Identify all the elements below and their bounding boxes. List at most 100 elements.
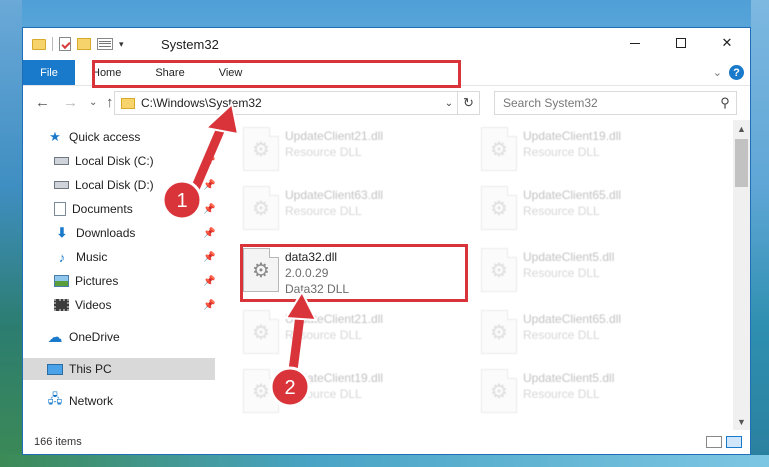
search-icon[interactable]: ⚲ xyxy=(714,95,736,111)
window-controls: ✕ xyxy=(612,28,750,58)
maximize-button[interactable] xyxy=(658,28,704,58)
sidebar-item-label: Quick access xyxy=(69,130,141,144)
file-description: Resource DLL xyxy=(523,266,600,280)
sidebar-item-label: Network xyxy=(69,394,114,408)
item-count: 166 items xyxy=(34,436,82,448)
sidebar-item-pictures[interactable]: Pictures 📌 xyxy=(23,270,215,292)
navigation-pane: ★ Quick access Local Disk (C:) 📌 Local D… xyxy=(23,120,215,430)
documents-icon xyxy=(54,202,66,216)
pin-icon: 📌 xyxy=(203,203,216,215)
scroll-up-arrow-icon[interactable]: ▲ xyxy=(733,120,750,137)
file-description: Resource DLL xyxy=(285,204,362,218)
scroll-down-arrow-icon[interactable]: ▼ xyxy=(733,413,750,430)
close-button[interactable]: ✕ xyxy=(704,28,750,58)
vertical-scrollbar[interactable]: ▲ ▼ xyxy=(733,120,750,430)
videos-icon xyxy=(54,299,69,311)
minimize-icon xyxy=(630,42,640,44)
expand-ribbon-chevron-icon[interactable]: ⌄ xyxy=(713,66,722,79)
pictures-icon xyxy=(54,275,69,287)
navigation-bar: ← → ⌄ ↑ C:\Windows\System32 ⌄ ↻ ⚲ xyxy=(23,86,750,120)
search-box[interactable]: ⚲ xyxy=(494,91,737,115)
network-icon: 🖧 xyxy=(47,391,63,406)
file-item[interactable]: ⚙ UpdateClient65.dll Resource DLL xyxy=(481,183,711,239)
file-item[interactable]: ⚙ UpdateClient21.dll Resource DLL xyxy=(243,124,473,180)
pin-icon: 📌 xyxy=(203,275,216,287)
dll-file-icon: ⚙ xyxy=(243,186,279,230)
address-path[interactable]: C:\Windows\System32 xyxy=(141,96,441,110)
dll-file-icon: ⚙ xyxy=(481,248,517,292)
file-item[interactable]: ⚙ UpdateClient65.dll Resource DLL xyxy=(481,307,711,363)
file-item[interactable]: ⚙ UpdateClient5.dll Resource DLL xyxy=(481,245,711,301)
view-toggle xyxy=(706,436,742,448)
search-input[interactable] xyxy=(503,96,714,110)
status-bar: 166 items xyxy=(23,430,750,454)
forward-arrow-icon[interactable]: → xyxy=(63,94,78,111)
new-folder-icon[interactable] xyxy=(77,38,91,50)
sidebar-item-local-disk-c[interactable]: Local Disk (C:) 📌 xyxy=(23,150,215,172)
sidebar-item-label: Videos xyxy=(75,298,112,312)
refresh-icon[interactable]: ↻ xyxy=(457,92,479,114)
onedrive-icon: ☁ xyxy=(47,329,63,346)
up-arrow-icon[interactable]: ↑ xyxy=(106,94,114,111)
drive-icon xyxy=(54,181,69,189)
quick-access-toolbar: ▾ xyxy=(23,37,124,51)
file-item[interactable]: ⚙ UpdateClient5.dll Resource DLL xyxy=(481,366,711,422)
sidebar-item-local-disk-d[interactable]: Local Disk (D:) 📌 xyxy=(23,174,215,196)
pin-icon: 📌 xyxy=(203,227,216,239)
file-description: Resource DLL xyxy=(523,145,600,159)
sidebar-item-downloads[interactable]: ⬇ Downloads 📌 xyxy=(23,222,216,244)
sidebar-item-this-pc[interactable]: This PC xyxy=(23,358,215,380)
drive-icon xyxy=(54,157,69,165)
view-icon[interactable] xyxy=(97,38,113,50)
address-bar[interactable]: C:\Windows\System32 ⌄ ↻ xyxy=(114,91,480,115)
folder-icon xyxy=(32,38,46,50)
sidebar-item-onedrive[interactable]: ☁ OneDrive xyxy=(23,326,215,348)
large-icons-view-icon[interactable] xyxy=(726,436,742,448)
sidebar-item-network[interactable]: 🖧 Network xyxy=(23,390,215,412)
file-name: UpdateClient5.dll xyxy=(523,250,615,264)
file-description: Resource DLL xyxy=(285,145,362,159)
address-bar-highlight xyxy=(92,60,461,88)
file-item[interactable]: ⚙ UpdateClient63.dll Resource DLL xyxy=(243,183,473,239)
desktop-background-left xyxy=(0,0,22,467)
details-view-icon[interactable] xyxy=(706,436,722,448)
sidebar-item-videos[interactable]: Videos 📌 xyxy=(23,294,215,316)
minimize-button[interactable] xyxy=(612,28,658,58)
help-button[interactable]: ? xyxy=(729,65,744,80)
sidebar-item-music[interactable]: ♪ Music 📌 xyxy=(23,246,216,268)
sidebar-item-documents[interactable]: Documents 📌 xyxy=(23,198,215,220)
file-name: UpdateClient63.dll xyxy=(285,188,384,202)
dll-file-icon: ⚙ xyxy=(243,310,279,354)
window-title: System32 xyxy=(161,37,219,52)
file-name: UpdateClient5.dll xyxy=(523,371,615,385)
title-bar: ▾ System32 ✕ xyxy=(23,28,750,60)
desktop-background-bottom xyxy=(0,455,769,467)
properties-icon[interactable] xyxy=(59,37,71,51)
explorer-window: ▾ System32 ✕ File Home Share View ⌄ ? ← … xyxy=(22,27,751,455)
sidebar-item-label: Pictures xyxy=(75,274,119,288)
file-name: UpdateClient21.dll xyxy=(285,312,384,326)
file-name: UpdateClient21.dll xyxy=(285,129,384,143)
file-item[interactable]: ⚙ UpdateClient19.dll Resource DLL xyxy=(243,366,473,422)
this-pc-icon xyxy=(47,363,63,375)
tab-file[interactable]: File xyxy=(23,60,75,85)
maximize-icon xyxy=(676,38,686,48)
dll-file-icon: ⚙ xyxy=(481,369,517,413)
address-dropdown-chevron-icon[interactable]: ⌄ xyxy=(441,98,457,109)
sidebar-item-label: This PC xyxy=(69,362,112,376)
file-item[interactable]: ⚙ UpdateClient19.dll Resource DLL xyxy=(481,124,711,180)
file-description: Resource DLL xyxy=(523,328,600,342)
sidebar-item-quick-access[interactable]: ★ Quick access xyxy=(23,126,215,148)
customize-toolbar-chevron-icon[interactable]: ▾ xyxy=(119,39,124,50)
pin-icon: 📌 xyxy=(203,299,216,311)
file-highlight xyxy=(240,244,468,302)
back-arrow-icon[interactable]: ← xyxy=(35,94,50,111)
dll-file-icon: ⚙ xyxy=(481,310,517,354)
recent-locations-chevron-icon[interactable]: ⌄ xyxy=(89,97,97,108)
file-name: UpdateClient19.dll xyxy=(285,371,384,385)
file-description: Resource DLL xyxy=(523,387,600,401)
file-name: UpdateClient65.dll xyxy=(523,312,622,326)
dll-file-icon: ⚙ xyxy=(481,127,517,171)
file-item[interactable]: ⚙ UpdateClient21.dll Resource DLL xyxy=(243,307,473,363)
scrollbar-thumb[interactable] xyxy=(735,139,748,187)
